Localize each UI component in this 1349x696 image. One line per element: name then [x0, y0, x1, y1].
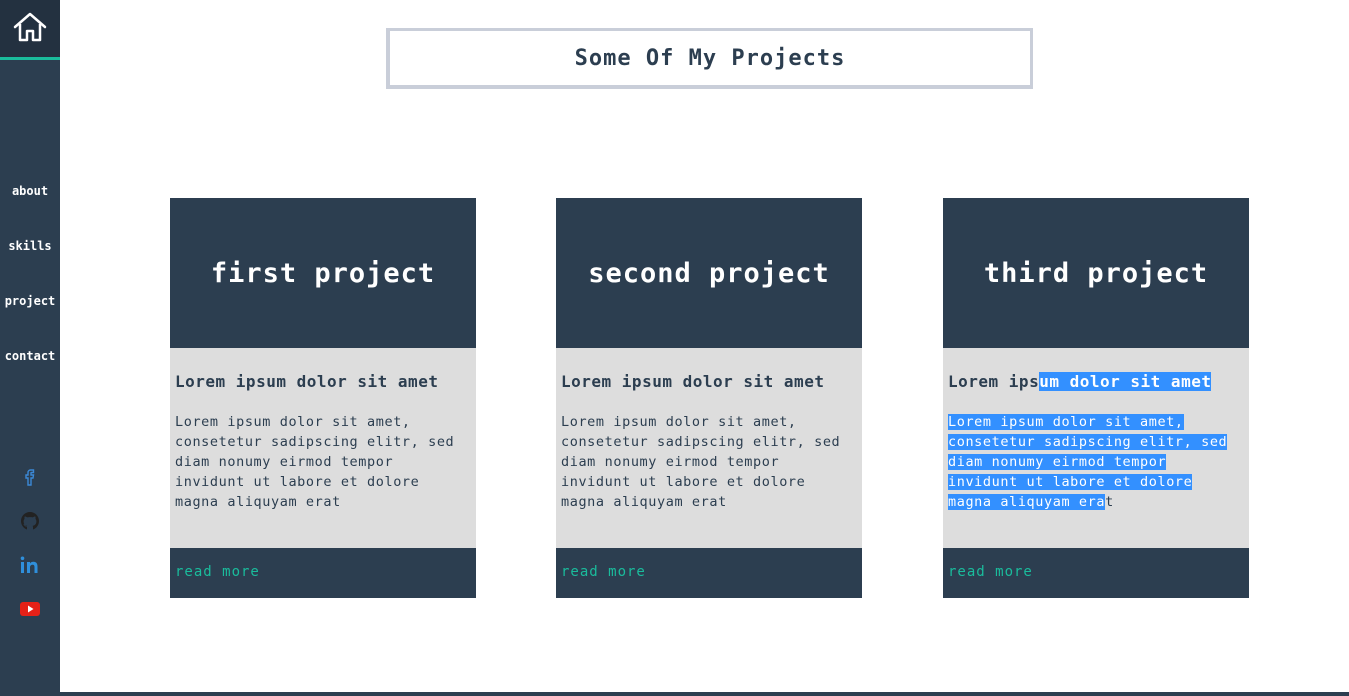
card-subtitle-plain: Lorem ips: [948, 372, 1040, 391]
card-title: first project: [170, 198, 476, 348]
card-text: Lorem ipsum dolor sit amet, consetetur s…: [175, 414, 455, 510]
card-text-plain: t: [1105, 494, 1114, 510]
linkedin-icon: [19, 554, 41, 580]
facebook-icon: [19, 466, 41, 492]
nav-project[interactable]: project: [0, 294, 60, 308]
read-more-link[interactable]: read more: [561, 564, 646, 580]
card-body: Lorem ipsum dolor sit amet Lorem ipsum d…: [170, 348, 476, 548]
card-title: second project: [556, 198, 862, 348]
card-footer: read more: [943, 548, 1249, 598]
home-icon: [12, 11, 48, 47]
sidebar: about skills project contact: [0, 0, 60, 696]
card-text-selected: Lorem ipsum dolor sit amet, consetetur s…: [948, 414, 1228, 510]
nav-about[interactable]: about: [0, 184, 60, 198]
card-body: Lorem ipsum dolor sit amet Lorem ipsum d…: [943, 348, 1249, 548]
card-footer: read more: [556, 548, 862, 598]
facebook-link[interactable]: [0, 466, 60, 492]
card-text: Lorem ipsum dolor sit amet, consetetur s…: [561, 414, 841, 510]
home-button[interactable]: [0, 0, 60, 60]
card-subtitle: Lorem ipsum dolor sit amet: [948, 372, 1212, 391]
card-text: Lorem ipsum dolor sit amet, consetetur s…: [948, 412, 1244, 512]
card-subtitle: Lorem ipsum dolor sit amet: [175, 372, 439, 391]
nav-contact[interactable]: contact: [0, 349, 60, 363]
card-body: Lorem ipsum dolor sit amet Lorem ipsum d…: [556, 348, 862, 548]
project-card-2: second project Lorem ipsum dolor sit ame…: [556, 198, 862, 598]
read-more-link[interactable]: read more: [175, 564, 260, 580]
youtube-icon: [19, 600, 41, 622]
project-card-1: first project Lorem ipsum dolor sit amet…: [170, 198, 476, 598]
github-link[interactable]: [0, 510, 60, 536]
card-subtitle: Lorem ipsum dolor sit amet: [561, 372, 825, 391]
nav-skills[interactable]: skills: [0, 239, 60, 253]
card-footer: read more: [170, 548, 476, 598]
page-title: Some Of My Projects: [386, 28, 1033, 89]
linkedin-link[interactable]: [0, 554, 60, 580]
card-title: third project: [943, 198, 1249, 348]
read-more-link[interactable]: read more: [948, 564, 1033, 580]
bottom-divider: [60, 692, 1349, 696]
project-card-3: third project Lorem ipsum dolor sit amet…: [943, 198, 1249, 598]
card-subtitle-selected: um dolor sit amet: [1039, 372, 1212, 391]
github-icon: [19, 510, 41, 536]
youtube-link[interactable]: [0, 600, 60, 622]
